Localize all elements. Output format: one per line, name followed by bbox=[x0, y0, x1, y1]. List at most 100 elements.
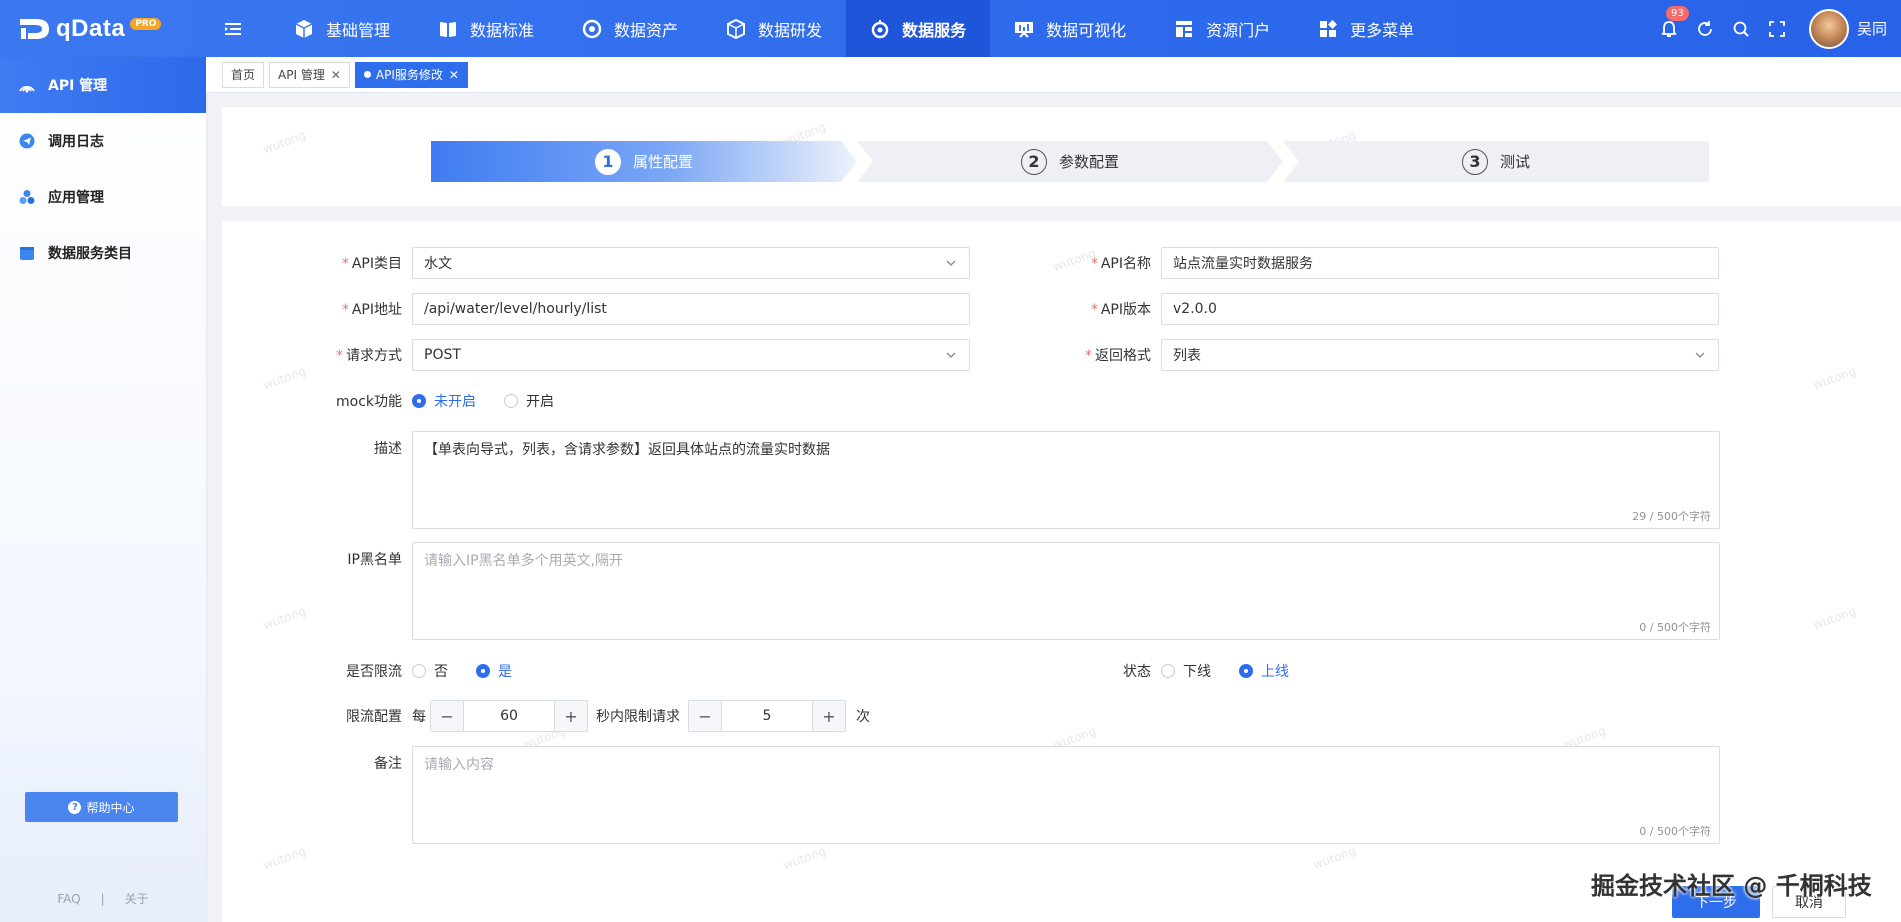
service-icon bbox=[870, 19, 890, 39]
steps: 1 属性配置 2 参数配置 3 测试 bbox=[431, 141, 1709, 182]
status-row: 状态 下线 上线 bbox=[1041, 661, 1317, 681]
description-count: 29 / 500个字符 bbox=[1632, 510, 1711, 523]
description-value: 【单表向导式，列表，含请求参数】返回具体站点的流量实时数据 bbox=[424, 442, 830, 458]
description-textarea[interactable]: 【单表向导式，列表，含请求参数】返回具体站点的流量实时数据 29 / 500个字… bbox=[412, 431, 1720, 529]
nav-item-basic[interactable]: 基础管理 bbox=[270, 0, 414, 57]
nav-item-standard[interactable]: 数据标准 bbox=[414, 0, 558, 57]
api-path-label: * API地址 bbox=[341, 302, 402, 318]
nav-item-service[interactable]: 数据服务 bbox=[846, 0, 991, 57]
step-3[interactable]: 3 测试 bbox=[1283, 141, 1709, 182]
fullscreen-icon[interactable] bbox=[1766, 18, 1788, 40]
request-method-label: * 请求方式 bbox=[336, 348, 402, 364]
username[interactable]: 吴同 bbox=[1857, 18, 1887, 39]
rate-config-middle: 秒内限制请求 bbox=[596, 709, 680, 725]
tab-home[interactable]: 首页 bbox=[222, 61, 265, 88]
step-inner: 2 参数配置 bbox=[1020, 148, 1119, 175]
nav-label: 数据可视化 bbox=[1046, 20, 1127, 40]
sidebar-item-app-management[interactable]: 应用管理 bbox=[0, 169, 206, 225]
request-method-select[interactable]: POST bbox=[412, 339, 970, 371]
api-version-label: * API版本 bbox=[1090, 302, 1151, 318]
nav-item-assets[interactable]: 数据资产 bbox=[558, 0, 702, 57]
seconds-value[interactable]: 60 bbox=[463, 701, 555, 731]
api-path-value: /api/water/level/hourly/list bbox=[424, 301, 607, 317]
top-bar: qData PRO 基础管理 数据标准 数据资产 数据研发 数据服务 数据可视化 bbox=[0, 0, 1901, 57]
sidebar-item-call-log[interactable]: 调用日志 bbox=[0, 113, 206, 169]
nav-label: 资源门户 bbox=[1206, 20, 1271, 40]
about-link[interactable]: 关于 bbox=[125, 892, 149, 906]
remark-placeholder: 请输入内容 bbox=[424, 757, 494, 773]
sidebar-item-service-category[interactable]: 数据服务类目 bbox=[0, 225, 206, 281]
times-value[interactable]: 5 bbox=[721, 701, 813, 731]
bell-icon[interactable]: 93 bbox=[1658, 5, 1689, 40]
rate-config-label: 限流配置 bbox=[346, 709, 402, 725]
sidebar-item-label: 调用日志 bbox=[48, 134, 104, 150]
nav-item-portal[interactable]: 资源门户 bbox=[1150, 0, 1294, 57]
api-version-input[interactable]: v2.0.0 bbox=[1161, 293, 1719, 325]
nav-item-more[interactable]: 更多菜单 bbox=[1294, 0, 1438, 57]
sidebar-item-api-management[interactable]: API 管理 bbox=[0, 57, 206, 113]
rate-limit-no-radio[interactable]: 否 bbox=[412, 661, 448, 681]
tabs-bar: 首页 API 管理 ✕ API服务修改 ✕ bbox=[206, 57, 1901, 93]
api-path-input[interactable]: /api/water/level/hourly/list bbox=[412, 293, 970, 325]
remark-textarea[interactable]: 请输入内容 0 / 500个字符 bbox=[412, 746, 1720, 844]
faq-link[interactable]: FAQ bbox=[57, 892, 80, 906]
sidebar-item-label: 应用管理 bbox=[48, 190, 104, 206]
link-separator: | bbox=[100, 892, 105, 906]
plus-icon[interactable]: + bbox=[555, 701, 587, 731]
logo-text: qData bbox=[56, 14, 126, 42]
step-number: 2 bbox=[1020, 148, 1047, 175]
logo[interactable]: qData PRO bbox=[0, 0, 210, 57]
rate-limit-label: 是否限流 bbox=[346, 664, 402, 680]
step-number: 3 bbox=[1461, 148, 1488, 175]
plus-icon[interactable]: + bbox=[813, 701, 845, 731]
minus-icon[interactable]: − bbox=[689, 701, 721, 731]
rate-config-prefix: 每 bbox=[412, 709, 426, 725]
tab-api-management[interactable]: API 管理 ✕ bbox=[269, 61, 350, 88]
mock-on-radio[interactable]: 开启 bbox=[504, 391, 554, 411]
steps-card: wutong wutong wutong 1 属性配置 2 参数配置 bbox=[222, 107, 1901, 206]
rate-limit-yes-radio[interactable]: 是 bbox=[476, 661, 512, 681]
description-row: 描述 【单表向导式，列表，含请求参数】返回具体站点的流量实时数据 29 / 50… bbox=[292, 431, 1720, 529]
nav-label: 数据服务 bbox=[902, 20, 967, 40]
status-online-radio[interactable]: 上线 bbox=[1239, 661, 1289, 681]
ip-blacklist-label: IP黑名单 bbox=[347, 552, 402, 568]
mock-off-radio[interactable]: 未开启 bbox=[412, 391, 476, 411]
remark-count: 0 / 500个字符 bbox=[1639, 825, 1711, 838]
ip-blacklist-textarea[interactable]: 请输入IP黑名单多个用英文,隔开 0 / 500个字符 bbox=[412, 542, 1720, 640]
api-version-row: * API版本 v2.0.0 bbox=[1041, 293, 1719, 325]
tab-label: API 管理 bbox=[278, 68, 325, 82]
step-2[interactable]: 2 参数配置 bbox=[857, 141, 1283, 182]
nav-label: 基础管理 bbox=[326, 20, 391, 40]
send-icon bbox=[18, 132, 36, 150]
api-category-label: * API类目 bbox=[341, 256, 402, 272]
tab-api-edit[interactable]: API服务修改 ✕ bbox=[354, 61, 468, 88]
api-name-value: 站点流量实时数据服务 bbox=[1173, 256, 1313, 272]
return-format-value: 列表 bbox=[1173, 348, 1201, 364]
notification-badge: 93 bbox=[1665, 5, 1689, 21]
status-offline-radio[interactable]: 下线 bbox=[1161, 661, 1211, 681]
help-center-button[interactable]: ? 帮助中心 bbox=[25, 792, 178, 822]
nav-item-dev[interactable]: 数据研发 bbox=[702, 0, 846, 57]
description-label: 描述 bbox=[374, 441, 402, 457]
return-format-select[interactable]: 列表 bbox=[1161, 339, 1719, 371]
request-method-row: * 请求方式 POST bbox=[292, 339, 970, 371]
close-icon[interactable]: ✕ bbox=[449, 68, 459, 82]
api-name-input[interactable]: 站点流量实时数据服务 bbox=[1161, 247, 1719, 279]
minus-icon[interactable]: − bbox=[431, 701, 463, 731]
refresh-icon[interactable] bbox=[1694, 18, 1716, 40]
avatar[interactable] bbox=[1808, 8, 1849, 49]
step-label: 测试 bbox=[1499, 153, 1530, 171]
nav-label: 数据资产 bbox=[614, 20, 679, 40]
menu-toggle-icon[interactable] bbox=[222, 0, 244, 57]
target-icon bbox=[582, 19, 602, 39]
search-icon[interactable] bbox=[1730, 18, 1752, 40]
api-category-select[interactable]: 水文 bbox=[412, 247, 970, 279]
book-icon bbox=[438, 19, 458, 39]
step-1[interactable]: 1 属性配置 bbox=[431, 141, 857, 182]
close-icon[interactable]: ✕ bbox=[331, 68, 341, 82]
pro-badge: PRO bbox=[130, 17, 162, 30]
status-label: 状态 bbox=[1123, 664, 1151, 680]
api-path-row: * API地址 /api/water/level/hourly/list bbox=[292, 293, 970, 325]
nav-item-visual[interactable]: 数据可视化 bbox=[990, 0, 1150, 57]
portal-icon bbox=[1174, 19, 1194, 39]
